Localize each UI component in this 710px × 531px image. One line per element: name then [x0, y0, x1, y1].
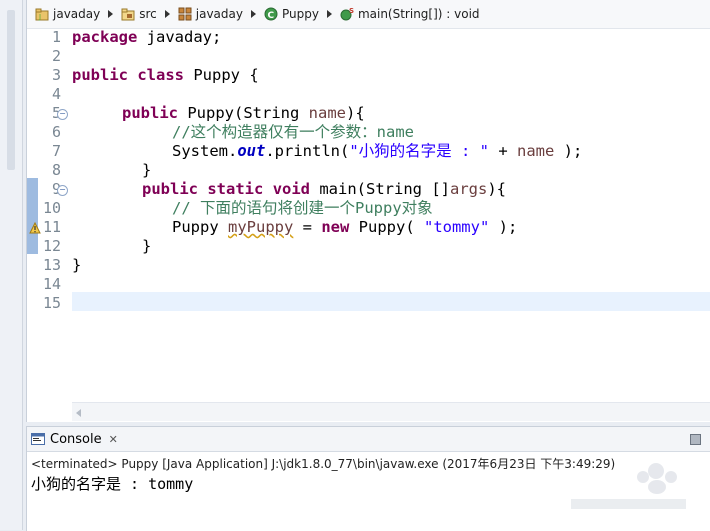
svg-text:S: S — [349, 7, 354, 15]
line-number: 1 — [51, 28, 61, 46]
code-line-10: // 下面的语句将创建一个Puppy对象 — [172, 199, 433, 217]
class-icon: C — [264, 7, 278, 21]
console-icon — [31, 433, 45, 445]
code-editor[interactable]: J javaday src javaday C Puppy S main(Str… — [26, 0, 710, 422]
line-number: 6 — [51, 123, 61, 141]
svg-text:J: J — [38, 13, 41, 21]
watermark-logo — [571, 463, 686, 509]
code-line-9: public static void main(String []args){ — [142, 180, 506, 198]
console-view: Console ✕ <terminated> Puppy [Java Appli… — [26, 426, 710, 531]
close-icon[interactable]: ✕ — [109, 433, 118, 446]
trim-handle[interactable] — [7, 10, 15, 170]
breadcrumb-package[interactable]: javaday — [176, 5, 245, 23]
code-line-6: //这个构造器仅有一个参数：name — [172, 123, 414, 141]
project-icon: J — [35, 8, 49, 21]
line-number: 7 — [51, 142, 61, 160]
breadcrumb-class[interactable]: C Puppy — [262, 5, 321, 23]
breadcrumb-separator-icon — [326, 10, 332, 18]
fold-toggle-icon[interactable]: − — [57, 185, 68, 196]
source-folder-icon — [121, 8, 135, 21]
minimize-icon[interactable] — [690, 434, 701, 445]
breadcrumb-separator-icon — [250, 10, 256, 18]
code-line-13: } — [72, 256, 82, 274]
line-number: 10 — [42, 199, 61, 217]
line-number: 15 — [42, 294, 61, 312]
static-method-icon: S — [340, 7, 354, 21]
code-line-5: public Puppy(String name){ — [122, 104, 365, 122]
console-tab-label: Console — [50, 431, 102, 447]
left-trim — [0, 0, 23, 530]
code-line-1: package javaday; — [72, 28, 222, 46]
console-output: 小狗的名字是 : tommy — [31, 475, 194, 493]
tab-console[interactable]: Console ✕ — [27, 427, 122, 451]
fold-toggle-icon[interactable]: − — [57, 109, 68, 120]
line-number-ruler: 1 2 3 4 5 6 7 8 9 10 11 12 13 14 15 − − — [27, 28, 71, 402]
horizontal-scrollbar[interactable] — [72, 402, 710, 421]
breadcrumb-separator-icon — [164, 10, 170, 18]
breadcrumb-project[interactable]: J javaday — [33, 5, 102, 23]
breadcrumb: J javaday src javaday C Puppy S main(Str… — [27, 0, 710, 29]
code-text-area[interactable]: package javaday; public class Puppy { pu… — [72, 28, 710, 402]
breadcrumb-separator-icon — [108, 10, 114, 18]
line-number: 12 — [42, 237, 61, 255]
warning-icon[interactable] — [29, 222, 41, 234]
code-line-7: System.out.println("小狗的名字是 : " + name ); — [172, 142, 583, 160]
breadcrumb-src[interactable]: src — [119, 5, 159, 23]
code-line-3: public class Puppy { — [72, 66, 259, 84]
console-tab-bar: Console ✕ — [27, 427, 710, 452]
code-line-11: Puppy myPuppy = new Puppy( "tommy" ); — [172, 218, 518, 236]
code-line-8: } — [142, 161, 152, 179]
line-number: 3 — [51, 66, 61, 84]
breadcrumb-label: Puppy — [281, 7, 319, 21]
scroll-left-icon[interactable] — [76, 409, 81, 417]
line-number: 5 — [27, 104, 61, 123]
console-status-line: <terminated> Puppy [Java Application] J:… — [31, 457, 616, 471]
breadcrumb-label: javaday — [195, 7, 243, 21]
line-number: 8 — [51, 161, 61, 179]
current-line-highlight — [72, 292, 710, 311]
breadcrumb-label: javaday — [53, 7, 101, 21]
breadcrumb-label: main(String[]) : void — [357, 7, 480, 21]
line-number: 14 — [42, 275, 61, 293]
svg-text:C: C — [267, 11, 274, 21]
line-number: 9 — [27, 180, 61, 199]
package-icon — [178, 7, 192, 21]
line-number: 4 — [51, 85, 61, 103]
line-number: 2 — [51, 47, 61, 65]
line-number: 13 — [42, 256, 61, 274]
code-line-12: } — [142, 237, 152, 255]
breadcrumb-label: src — [139, 7, 157, 21]
breadcrumb-method[interactable]: S main(String[]) : void — [338, 5, 482, 23]
